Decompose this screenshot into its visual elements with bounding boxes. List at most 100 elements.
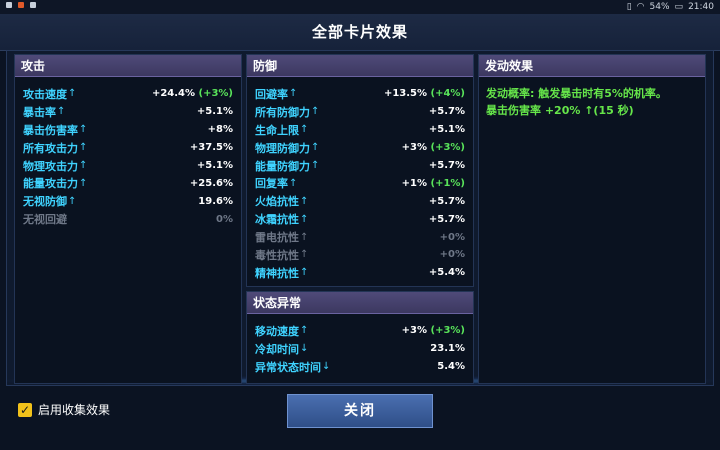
enable-collection-effect-label[interactable]: 启用收集效果 bbox=[38, 403, 110, 417]
stat-label: 能量攻击力 bbox=[23, 177, 78, 191]
system-status-bar: ▯ ◠ 54% ▭ 21:40 bbox=[0, 0, 720, 14]
stat-bonus: (+3%) bbox=[430, 325, 466, 337]
stat-label: 无视防御 bbox=[23, 195, 67, 209]
trigger-probability-line: 发动概率: 触发暴击时有5%的机率。 bbox=[486, 87, 667, 100]
stat-row: 精神抗性 ↑ +5.4% bbox=[255, 264, 465, 282]
stat-row: 火焰抗性 ↑ +5.7% bbox=[255, 192, 465, 210]
stat-row: 无视防御 ↑ 19.6% bbox=[23, 192, 233, 210]
stat-label: 回避率 bbox=[255, 87, 288, 101]
attack-panel-header: 攻击 bbox=[15, 55, 241, 77]
stat-value-group: 0% bbox=[216, 214, 233, 225]
system-indicators: ▯ ◠ 54% ▭ 21:40 bbox=[627, 1, 714, 13]
stat-value: +13.5% bbox=[383, 88, 428, 100]
enable-collection-effect-checkbox[interactable]: ✓ bbox=[18, 403, 32, 417]
notification-icons bbox=[6, 2, 36, 8]
stat-value-group: +5.7% bbox=[429, 196, 465, 207]
stat-value: +5.7% bbox=[428, 213, 465, 225]
checkmark-icon: ✓ bbox=[19, 403, 31, 417]
stat-label: 能量防御力 bbox=[255, 159, 310, 173]
stat-arrow-icon: ↑ bbox=[300, 124, 309, 136]
stat-row: 物理攻击力 ↑ +5.1% bbox=[23, 157, 233, 175]
trigger-effect-text: 发动概率: 触发暴击时有5%的机率。 暴击伤害率 +20% ↑(15 秒) bbox=[486, 85, 699, 119]
stat-value-group: 23.1% bbox=[430, 343, 465, 354]
stat-value-group: +5.7% bbox=[429, 214, 465, 225]
stat-arrow-icon: ↑ bbox=[311, 160, 320, 171]
stat-label: 所有攻击力 bbox=[23, 141, 78, 155]
stat-arrow-icon: ↑ bbox=[300, 195, 309, 207]
stat-label: 无视回避 bbox=[23, 213, 67, 227]
stat-arrow-icon: ↑ bbox=[79, 177, 88, 189]
stat-row: 毒性抗性 ↑ +0% bbox=[255, 246, 465, 264]
stat-value-group: +13.5% (+4%) bbox=[384, 88, 465, 99]
stat-value-group: +24.4% (+3%) bbox=[152, 88, 233, 99]
stat-label: 毒性抗性 bbox=[255, 248, 299, 262]
stat-arrow-icon: ↑ bbox=[68, 88, 77, 100]
stat-value-group: +5.1% bbox=[197, 106, 233, 117]
stat-value-group: +5.1% bbox=[429, 124, 465, 135]
stat-value: +3% bbox=[401, 325, 428, 337]
stat-value: 5.4% bbox=[437, 361, 465, 373]
stat-row: 物理防御力 ↑ +3% (+3%) bbox=[255, 139, 465, 157]
stat-value: +1% bbox=[401, 177, 428, 189]
stat-bonus: (+4%) bbox=[430, 88, 466, 100]
wifi-icon: ◠ bbox=[636, 2, 645, 12]
stat-value-group: +37.5% bbox=[190, 142, 233, 153]
stat-value-group: +5.1% bbox=[197, 160, 233, 171]
trigger-effect-panel-header: 发动效果 bbox=[479, 55, 705, 77]
stat-arrow-icon: ↑ bbox=[311, 142, 320, 154]
dialog-title: 全部卡片效果 bbox=[311, 23, 408, 41]
status-effects-rows: 移动速度 ↑ +3% (+3%) 冷却时间 ↓ 23.1% 异常状态时间 ↓ 5.4% bbox=[255, 322, 465, 376]
stat-arrow-icon: ↓ bbox=[322, 361, 331, 373]
stat-value-group: 5.4% bbox=[437, 361, 465, 372]
stat-value: +37.5% bbox=[189, 142, 233, 154]
close-button[interactable]: 关闭 bbox=[287, 394, 433, 428]
stat-row: 生命上限 ↑ +5.1% bbox=[255, 121, 465, 139]
stat-label: 火焰抗性 bbox=[255, 195, 299, 209]
stat-arrow-icon: ↑ bbox=[300, 267, 309, 279]
stat-value: 0% bbox=[216, 213, 233, 225]
notification-icon bbox=[30, 2, 36, 8]
attack-rows: 攻击速度 ↑ +24.4% (+3%) 暴击率 ↑ +5.1% 暴击伤害率 ↑ +8% 所有攻击力… bbox=[23, 85, 233, 228]
stat-row: 暴击伤害率 ↑ +8% bbox=[23, 121, 233, 139]
stat-value: +24.4% bbox=[151, 88, 196, 100]
stat-value-group: +1% (+1%) bbox=[402, 178, 465, 189]
stat-value: +0% bbox=[439, 249, 465, 261]
stat-bonus: (+1%) bbox=[430, 177, 466, 189]
stat-value: +5.7% bbox=[428, 106, 465, 118]
stat-row: 冰霜抗性 ↑ +5.7% bbox=[255, 210, 465, 228]
stat-row: 回复率 ↑ +1% (+1%) bbox=[255, 174, 465, 192]
battery-percent: 54% bbox=[649, 2, 670, 12]
stat-label: 所有防御力 bbox=[255, 105, 310, 119]
stat-row: 雷电抗性 ↑ +0% bbox=[255, 228, 465, 246]
trigger-effect-panel: 发动效果 发动概率: 触发暴击时有5%的机率。 暴击伤害率 +20% ↑(15 … bbox=[478, 54, 706, 384]
status-effects-panel-header: 状态异常 bbox=[247, 292, 473, 314]
stat-row: 所有攻击力 ↑ +37.5% bbox=[23, 139, 233, 157]
stat-value-group: +0% bbox=[440, 249, 465, 260]
trigger-buff-line: 暴击伤害率 +20% ↑(15 秒) bbox=[486, 104, 634, 117]
stat-label: 精神抗性 bbox=[255, 266, 299, 280]
stat-row: 能量防御力 ↑ +5.7% bbox=[255, 157, 465, 175]
stat-value-group: +3% (+3%) bbox=[402, 325, 465, 336]
stat-value: +8% bbox=[207, 124, 233, 136]
stat-value-group: +5.4% bbox=[429, 267, 465, 278]
stat-arrow-icon: ↑ bbox=[79, 160, 88, 171]
dialog-title-bar: 全部卡片效果 bbox=[0, 14, 720, 51]
stat-row: 移动速度 ↑ +3% (+3%) bbox=[255, 322, 465, 340]
stat-label: 物理防御力 bbox=[255, 141, 310, 155]
stat-value: 19.6% bbox=[198, 195, 233, 207]
stat-value-group: +5.7% bbox=[429, 160, 465, 171]
battery-icon: ▭ bbox=[674, 2, 684, 12]
stat-label: 雷电抗性 bbox=[255, 231, 299, 245]
clock: 21:40 bbox=[688, 2, 714, 12]
stat-value: +5.1% bbox=[196, 106, 233, 118]
stat-label: 回复率 bbox=[255, 177, 288, 191]
stat-value-group: 19.6% bbox=[198, 196, 233, 207]
stat-row: 无视回避 0% bbox=[23, 210, 233, 228]
stat-arrow-icon: ↑ bbox=[68, 195, 77, 207]
stat-arrow-icon: ↑ bbox=[300, 249, 309, 261]
attack-panel: 攻击 攻击速度 ↑ +24.4% (+3%) 暴击率 ↑ +5.1% 暴击伤害率 ↑ +8% 所有… bbox=[14, 54, 242, 384]
stat-label: 生命上限 bbox=[255, 123, 299, 137]
stat-label: 移动速度 bbox=[255, 324, 299, 338]
stat-row: 能量攻击力 ↑ +25.6% bbox=[23, 174, 233, 192]
stat-row: 暴击率 ↑ +5.1% bbox=[23, 103, 233, 121]
